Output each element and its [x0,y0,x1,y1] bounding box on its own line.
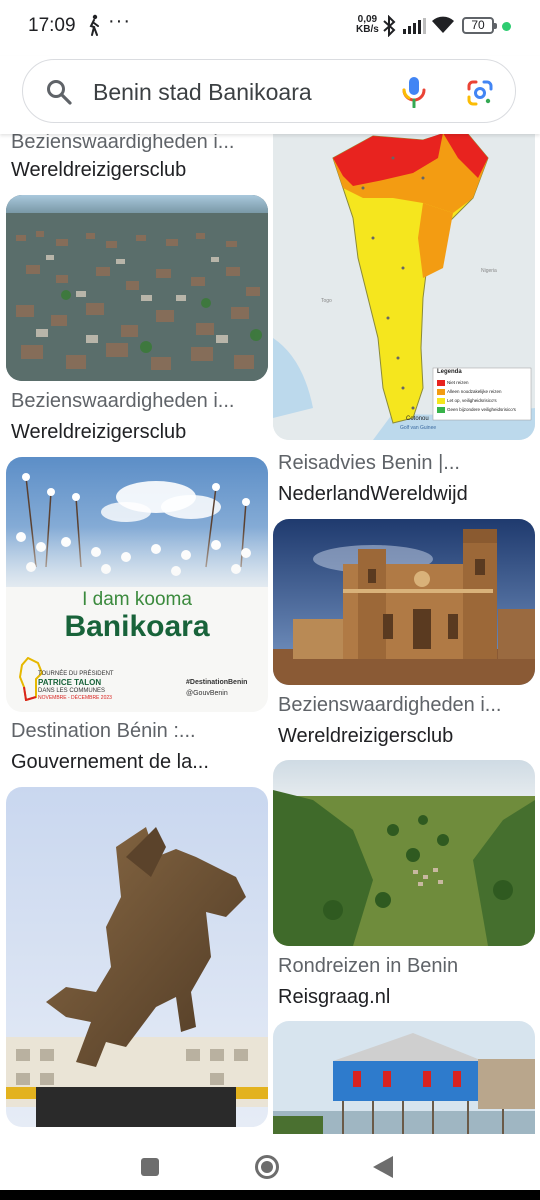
screen-bottom-edge [0,1190,540,1200]
basilica-photo [273,519,535,685]
result-source[interactable]: NederlandWereldwijd [278,483,528,506]
walking-person-icon [89,14,99,36]
network-speed: 0,09 KB/s [356,15,379,35]
microphone-icon[interactable] [401,76,427,108]
poster-line2: PATRICE TALON [38,678,102,687]
result-image-banikoara-poster[interactable]: I dam kooma Banikoara TOURNÉE DU PRÉSIDE… [6,457,268,712]
map-legend-item: Niet reizen [447,380,469,385]
google-lens-icon[interactable] [465,78,495,108]
result-title[interactable]: Bezienswaardigheden i... [11,390,261,413]
benin-map-graphic [273,134,535,440]
overflow-dots: ··· [108,10,131,32]
wifi-icon [432,16,454,33]
result-image-stilt-village[interactable] [6,195,268,381]
result-title[interactable]: Bezienswaardigheden i... [278,694,528,717]
poster-handle: @GouvBenin [186,690,228,697]
back-icon[interactable] [373,1156,393,1178]
result-image-basilica[interactable] [273,519,535,685]
search-icon[interactable] [45,78,73,106]
poster-title: Banikoara [64,610,210,643]
result-source[interactable]: Gouvernement de la... [11,751,261,774]
landscape-photo [273,760,535,946]
map-legend-title: Legenda [437,369,462,375]
status-time: 17:09 [28,15,76,36]
stilt-village-photo [6,195,268,381]
map-city-label: Cotonou [406,416,429,422]
battery-icon: 70 [462,17,497,34]
map-gulf-label: Golf van Guinee [400,425,437,431]
recent-apps-icon[interactable] [141,1158,159,1176]
result-title[interactable]: Bezienswaardigheden i... [11,134,261,154]
bluetooth-icon [383,15,396,37]
result-title[interactable]: Reisadvies Benin |... [278,452,528,475]
result-image-blue-stilt-house[interactable] [273,1021,535,1134]
search-input[interactable]: Benin stad Banikoara [93,79,312,106]
network-speed-unit: KB/s [356,24,379,35]
home-icon[interactable] [255,1155,279,1179]
result-source[interactable]: Wereldreizigersclub [11,421,261,444]
result-title[interactable]: Destination Bénin :... [11,720,261,743]
status-bar: 17:09 ··· 0,09 KB/s 70 [0,0,540,56]
map-legend-item: Geen bijzondere veiligheidsrisico's [447,407,516,412]
result-title[interactable]: Rondreizen in Benin [278,955,528,978]
result-source[interactable]: Wereldreizigersclub [11,159,261,182]
poster-line1: TOURNÉE DU PRÉSIDENT [38,671,114,677]
image-results-grid: Bezienswaardigheden i... Wereldreizigers… [0,134,540,1134]
result-image-benin-map[interactable]: Legenda Niet reizen Alleen noodzakelijke… [273,134,535,440]
map-legend-item: Let op, veiligheidsrisico's [447,398,497,403]
poster-line3: DANS LES COMMUNES [38,688,106,694]
statue-photo [6,787,268,1127]
result-image-green-landscape[interactable] [273,760,535,946]
notification-dot-icon [502,22,511,31]
map-country-label: Togo [321,298,332,304]
stilt-house-photo [273,1021,535,1134]
map-legend-item: Alleen noodzakelijke reizen [447,389,502,394]
search-box[interactable]: Benin stad Banikoara [22,59,516,123]
search-header: Benin stad Banikoara [0,56,540,134]
poster-line4: NOVEMBRE - DÉCEMBRE 2023 [38,695,112,701]
poster-hashtag: #DestinationBenin [186,679,248,686]
result-source[interactable]: Wereldreizigersclub [278,725,528,748]
poster-subtitle: I dam kooma [82,589,192,610]
map-country-label: Nigeria [481,268,497,274]
result-image-equestrian-statue[interactable] [6,787,268,1127]
cellular-signal-icon [403,18,426,34]
result-source[interactable]: Reisgraag.nl [278,986,528,1009]
